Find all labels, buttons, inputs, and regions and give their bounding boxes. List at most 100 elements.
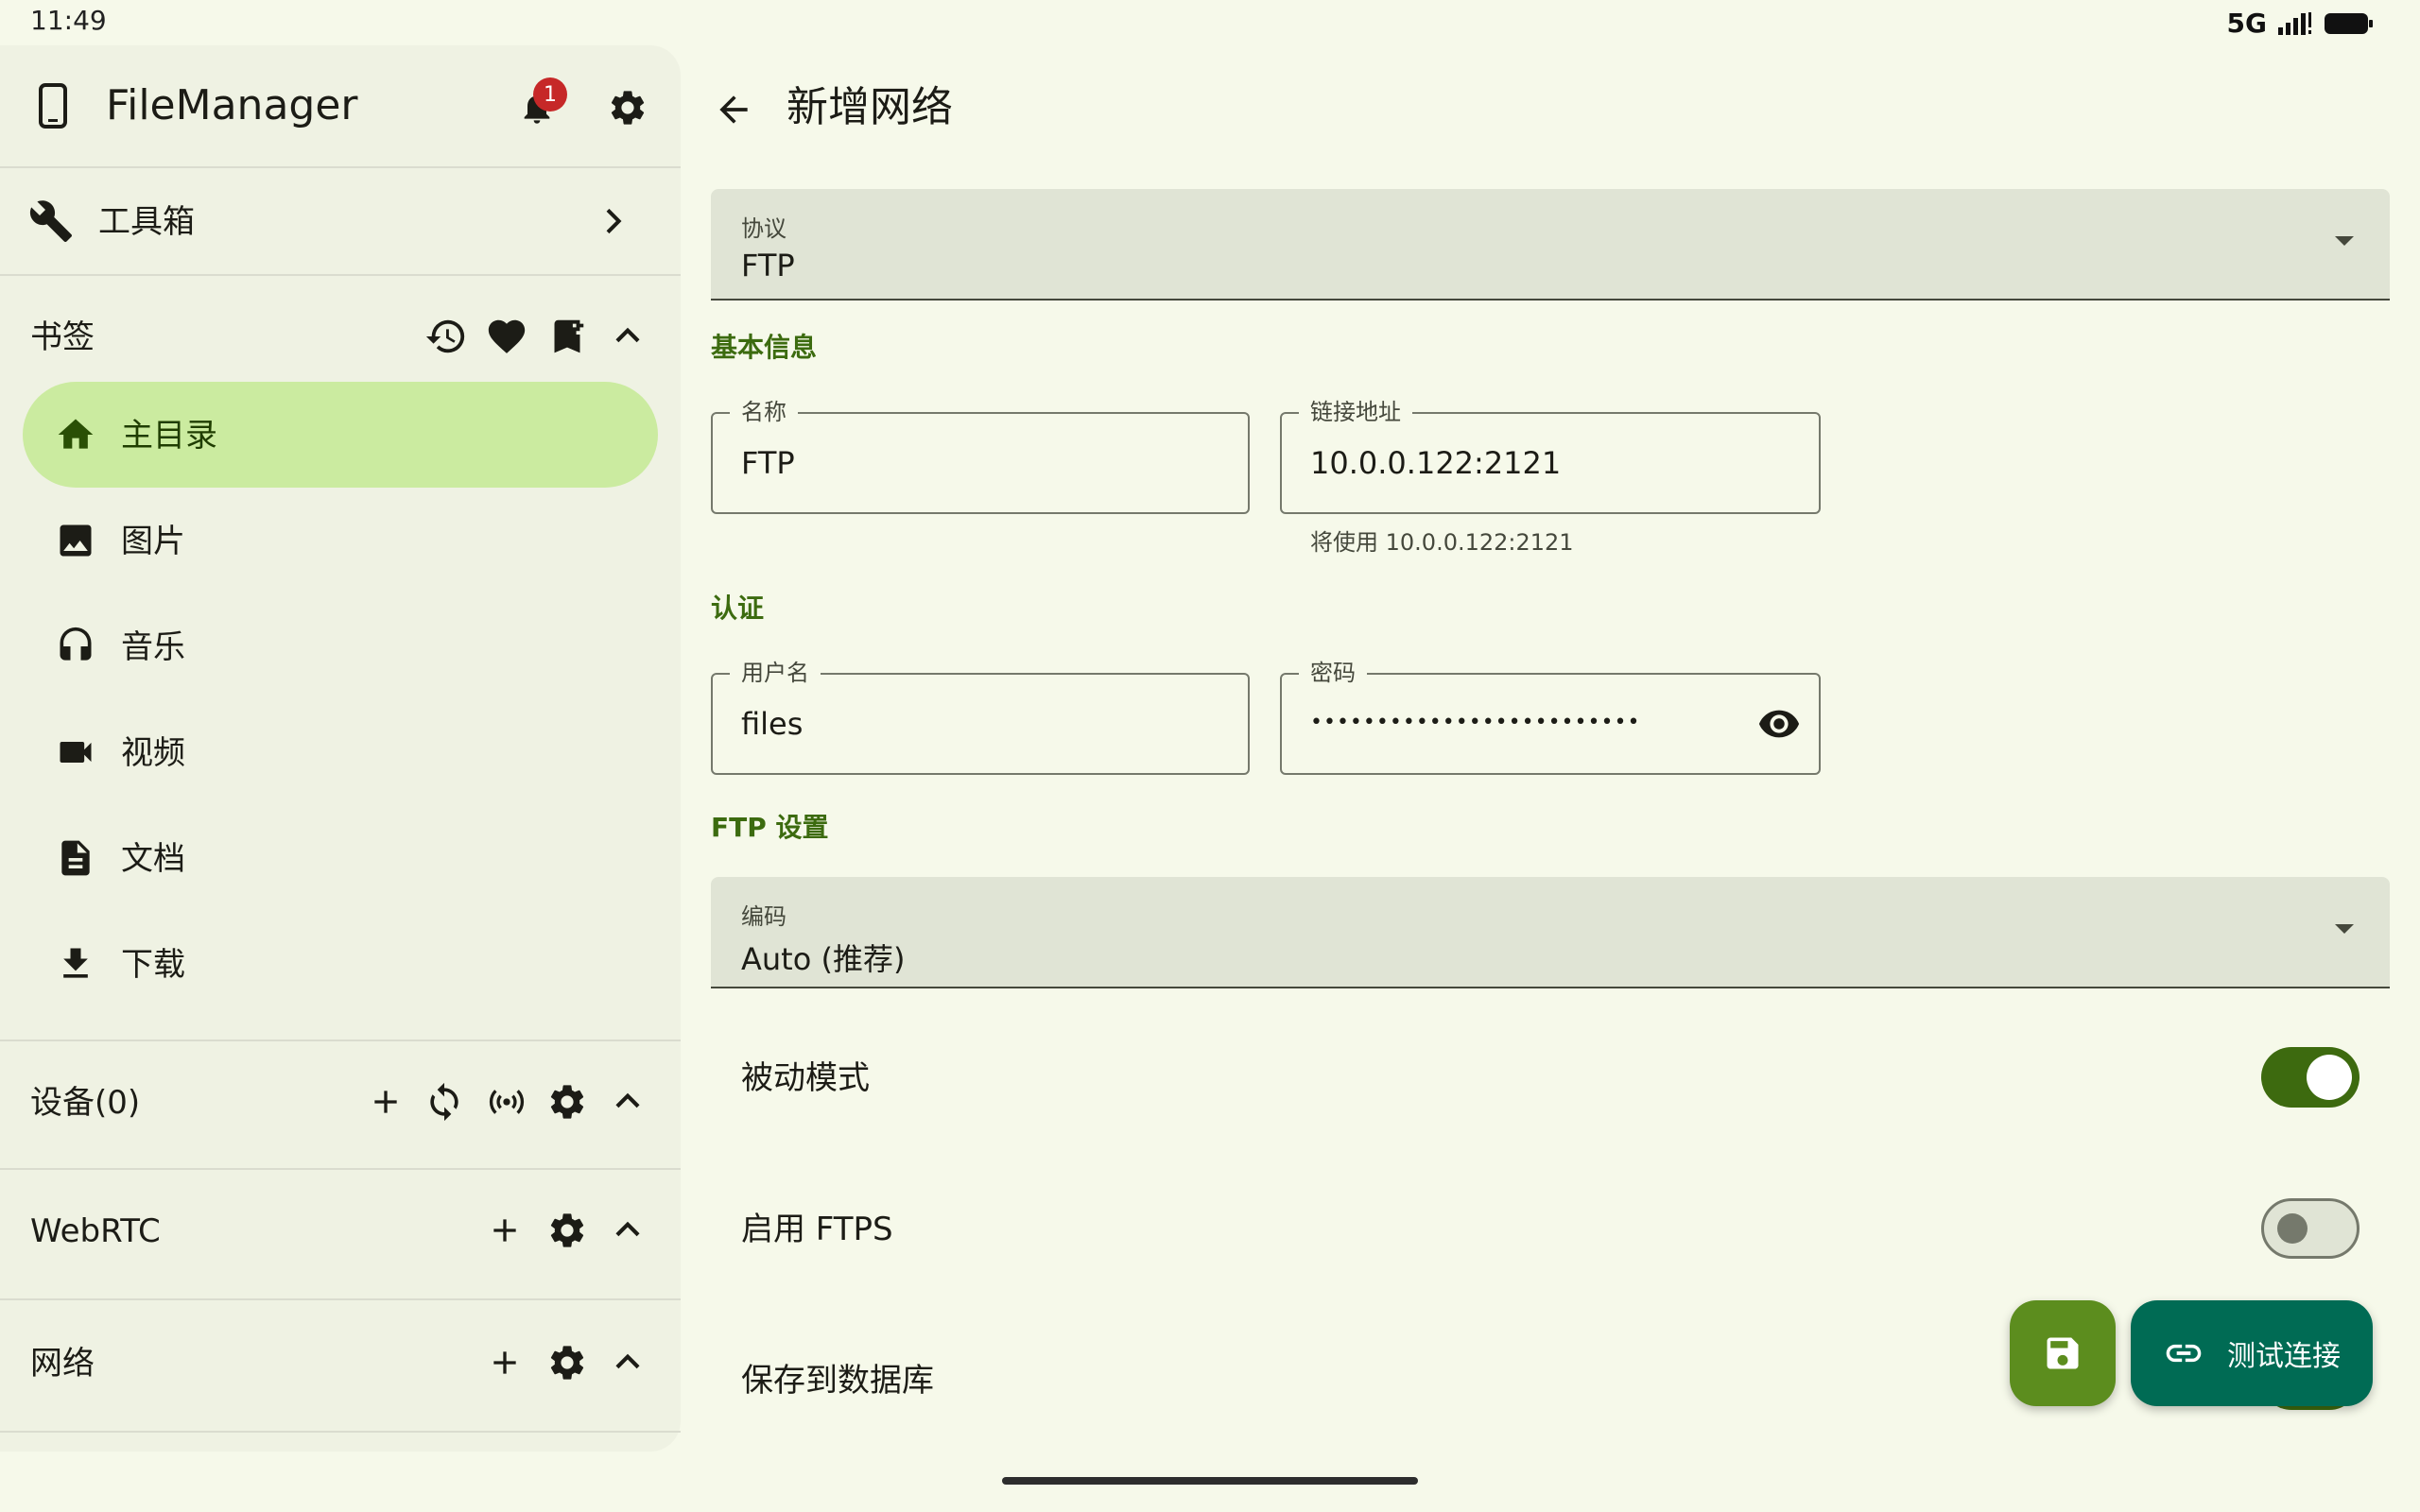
gear-icon <box>611 91 645 125</box>
encoding-select[interactable]: 编码 Auto (推荐) <box>711 877 2390 988</box>
heart-icon <box>488 319 526 353</box>
devices-title: 设备(0) <box>30 1084 141 1122</box>
add-webrtc-button[interactable] <box>480 1206 529 1255</box>
dropdown-arrow-icon <box>2333 922 2356 936</box>
password-field[interactable]: 密码 ••••••••••••••••••••••••• <box>1280 660 1821 775</box>
settings-button[interactable] <box>597 77 658 138</box>
protocol-select[interactable]: 协议 FTP <box>711 189 2390 301</box>
plus-icon <box>493 1351 516 1374</box>
bookmark-item-pictures[interactable] <box>23 490 658 592</box>
ftp-settings-title: FTP 设置 <box>711 812 829 843</box>
webrtc-settings-button[interactable] <box>543 1204 592 1257</box>
auth-title: 认证 <box>711 593 765 624</box>
passive-mode-label: 被动模式 <box>741 1059 870 1097</box>
plus-icon <box>374 1091 397 1113</box>
favorites-button[interactable] <box>480 310 533 363</box>
home-indicator[interactable] <box>1002 1477 1418 1485</box>
broadcast-icon <box>489 1090 525 1114</box>
ftps-label: 启用 FTPS <box>741 1211 893 1248</box>
test-connection-label: 测试连接 <box>2227 1340 2341 1373</box>
signal-icon <box>2278 11 2311 35</box>
add-network-button[interactable] <box>480 1338 529 1387</box>
ftps-switch[interactable] <box>2261 1198 2360 1259</box>
status-time: 11:49 <box>30 5 107 36</box>
basic-info-title: 基本信息 <box>711 332 818 363</box>
divider <box>0 166 681 168</box>
bookmark-item-documents[interactable] <box>23 807 658 909</box>
save-icon <box>2047 1337 2079 1369</box>
toolbox-label: 工具箱 <box>98 203 195 241</box>
eye-icon <box>1758 710 1800 738</box>
chevron-up-icon <box>615 1221 640 1237</box>
refresh-devices-button[interactable] <box>420 1077 469 1126</box>
address-label: 链接地址 <box>1299 399 1412 425</box>
toggle-password-visibility-button[interactable] <box>1753 697 1806 750</box>
ftps-row[interactable] <box>711 1172 2390 1285</box>
username-label: 用户名 <box>730 660 821 686</box>
home-icon <box>53 410 98 459</box>
bookmark-add-icon <box>554 319 584 353</box>
chevron-up-icon <box>615 327 640 343</box>
notification-badge: 1 <box>533 77 567 112</box>
app-title: FileManager <box>106 81 358 129</box>
videocam-icon <box>53 728 98 777</box>
collapse-webrtc-button[interactable] <box>605 1208 650 1253</box>
bookmark-item-music[interactable] <box>23 595 658 697</box>
gear-icon <box>550 1213 584 1247</box>
collapse-bookmarks-button[interactable] <box>605 314 650 359</box>
passive-mode-row[interactable] <box>711 1021 2390 1134</box>
network-settings-button[interactable] <box>543 1336 592 1389</box>
bookmark-label: 下载 <box>121 946 185 984</box>
protocol-value: FTP <box>741 248 795 284</box>
history-button[interactable] <box>420 310 473 363</box>
history-icon <box>425 319 465 353</box>
add-bookmark-button[interactable] <box>541 310 594 363</box>
link-icon <box>2166 1344 2202 1363</box>
divider <box>0 1040 681 1041</box>
username-value: files <box>741 706 804 742</box>
divider <box>0 1431 681 1433</box>
arrow-back-icon <box>719 95 748 124</box>
status-icons: 5G <box>2227 8 2375 39</box>
bookmark-label: 文档 <box>121 840 185 878</box>
divider <box>0 1168 681 1170</box>
device-settings-button[interactable] <box>543 1075 592 1128</box>
bookmark-item-downloads[interactable] <box>23 913 658 1015</box>
webrtc-title: WebRTC <box>30 1212 161 1250</box>
add-device-button[interactable] <box>361 1077 410 1126</box>
collapse-network-button[interactable] <box>605 1340 650 1385</box>
username-field[interactable]: 用户名 files <box>711 660 1250 775</box>
headphones-icon <box>53 622 98 671</box>
phone-icon <box>28 79 78 132</box>
broadcast-button[interactable] <box>480 1077 533 1126</box>
bookmark-label: 音乐 <box>121 628 185 666</box>
switch-thumb <box>2307 1055 2352 1100</box>
passive-mode-switch[interactable] <box>2261 1047 2360 1108</box>
switch-thumb <box>2277 1213 2308 1244</box>
chevron-up-icon <box>615 1353 640 1369</box>
bookmark-item-video[interactable] <box>23 701 658 803</box>
network-type: 5G <box>2226 8 2267 39</box>
collapse-devices-button[interactable] <box>605 1079 650 1125</box>
battery-icon <box>2325 12 2373 34</box>
name-label: 名称 <box>730 399 798 425</box>
address-value: 10.0.0.122:2121 <box>1310 445 1562 481</box>
gear-icon <box>550 1346 584 1380</box>
divider <box>0 1298 681 1300</box>
password-label: 密码 <box>1299 660 1367 686</box>
bookmarks-title: 书签 <box>30 318 95 356</box>
protocol-label: 协议 <box>741 215 786 242</box>
divider <box>0 274 681 276</box>
bookmark-label: 图片 <box>121 523 185 560</box>
bookmark-item-home[interactable] <box>23 382 658 488</box>
save-to-db-label: 保存到数据库 <box>741 1362 934 1400</box>
name-field[interactable]: 名称 FTP <box>711 399 1250 514</box>
encoding-value: Auto (推荐) <box>741 941 906 977</box>
save-button[interactable] <box>2010 1300 2116 1406</box>
page-title: 新增网络 <box>786 83 953 131</box>
test-connection-button[interactable]: 测试连接 <box>2131 1300 2373 1406</box>
back-button[interactable] <box>700 76 768 144</box>
download-icon <box>53 939 98 988</box>
image-icon <box>53 516 98 565</box>
address-field[interactable]: 链接地址 10.0.0.122:2121 <box>1280 399 1821 514</box>
